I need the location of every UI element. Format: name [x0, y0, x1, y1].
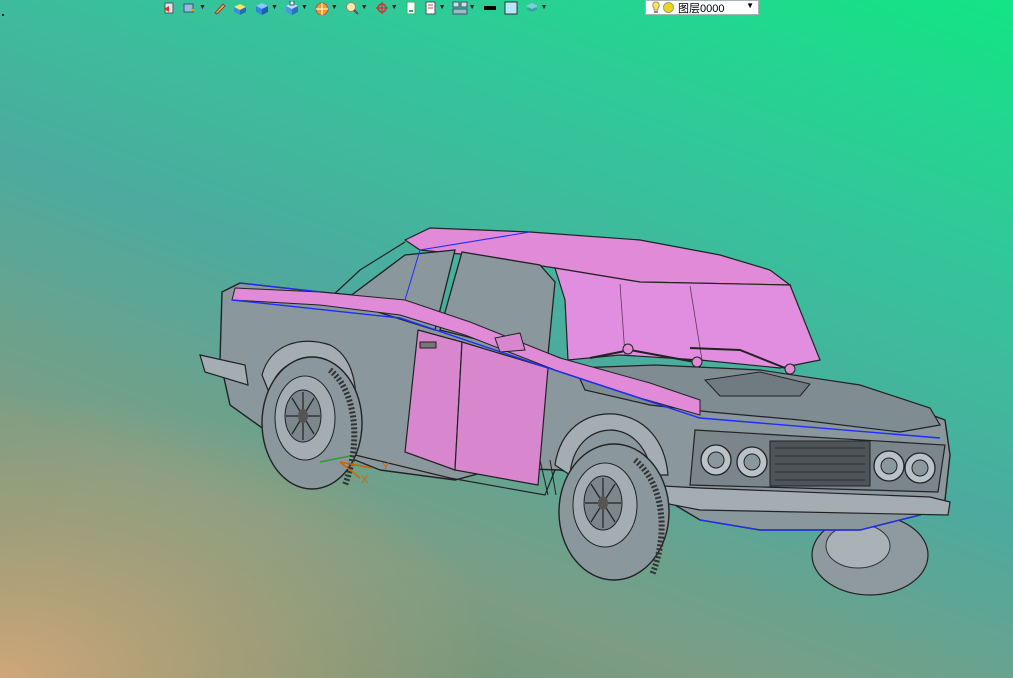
axis-label-y: Y — [382, 461, 390, 473]
3d-viewport[interactable]: Y X — [0, 0, 1013, 678]
front-wheel — [558, 443, 670, 581]
rear-wheel — [261, 356, 363, 490]
door-handle — [419, 341, 437, 349]
axis-label-x: X — [361, 474, 369, 486]
car-model[interactable] — [199, 227, 951, 596]
